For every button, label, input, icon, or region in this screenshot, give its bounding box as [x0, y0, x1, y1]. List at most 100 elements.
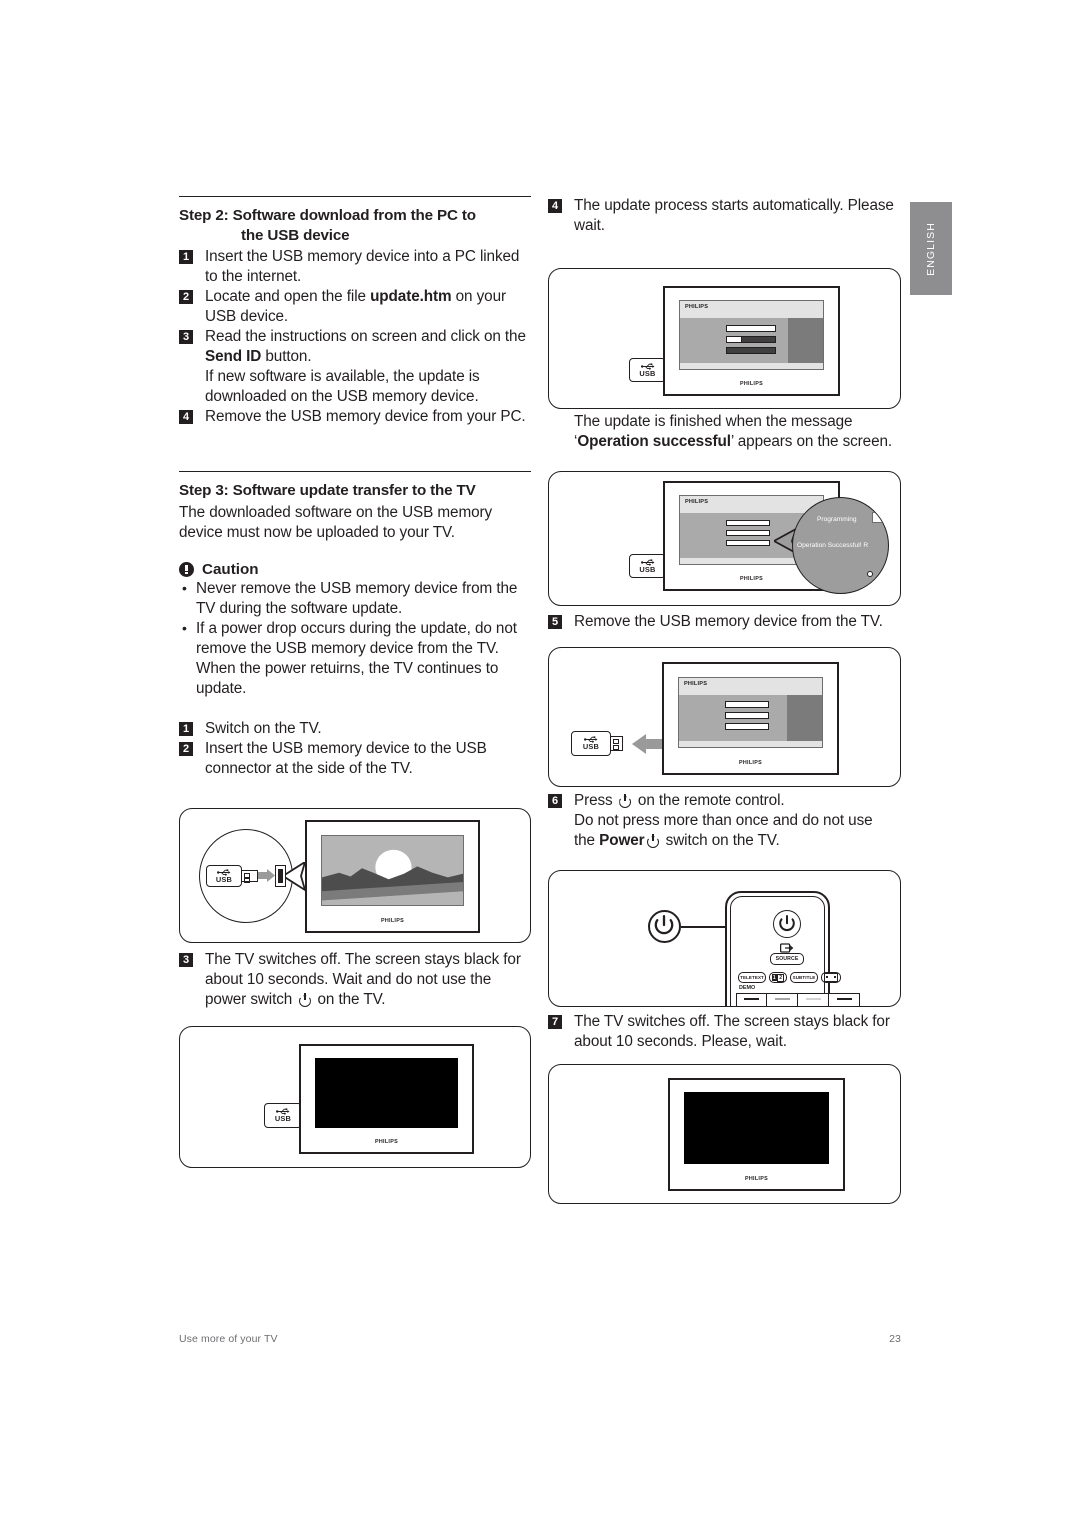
- list-item: Never remove the USB memory device from …: [179, 578, 531, 619]
- after-update-line1: The update is finished when the message: [574, 413, 853, 430]
- tv-unit: PHILIPS: [299, 1044, 474, 1154]
- format-icon: [824, 973, 838, 982]
- remote-format-button[interactable]: [821, 972, 841, 983]
- step6-block: 6 Press on the remote control. Do not pr…: [548, 791, 901, 851]
- usb-stick: USB: [629, 554, 666, 578]
- figure-updating: USB PHILIPS PHILIPS: [548, 268, 901, 409]
- usb-stick-label: USB: [215, 874, 233, 884]
- step-number: 1: [179, 250, 193, 265]
- step5-block: 5 Remove the USB memory device from the …: [548, 612, 901, 632]
- exclamation-icon: [179, 561, 194, 577]
- step-text-bold: update.htm: [370, 288, 452, 306]
- landscape-image: [322, 836, 463, 905]
- step2-list: 1 Insert the USB memory device into a PC…: [179, 247, 531, 427]
- tv-screen: PHILIPS: [679, 300, 824, 370]
- caution-label: Caution: [202, 560, 259, 578]
- step3-item3: 3 The TV switches off. The screen stays …: [179, 950, 531, 1010]
- step-number: 7: [548, 1015, 562, 1029]
- step-number: 2: [179, 290, 193, 305]
- step6-line3-after: switch on the TV.: [661, 832, 780, 849]
- osd-progress-fill: [727, 337, 742, 342]
- step2-divider: [179, 196, 531, 197]
- list-item: 2 Locate and open the file update.htm on…: [179, 287, 531, 327]
- usb-symbol-icon: [640, 362, 655, 370]
- step6-line3-before: the: [574, 832, 600, 849]
- tv-screen: [684, 1092, 829, 1164]
- bubble-highlight-box: [872, 512, 888, 523]
- step2-heading: Step 2: Software download from the PC to…: [179, 206, 531, 245]
- tv-usb-socket-inner: [277, 869, 283, 883]
- language-tab: ENGLISH: [910, 202, 952, 295]
- step2-heading-line2: the USB device: [241, 226, 350, 244]
- power-glyph-icon: [779, 915, 795, 932]
- tv-unit: PHILIPS: [305, 820, 480, 933]
- step-number: 2: [179, 741, 193, 756]
- step-number: 3: [179, 953, 193, 967]
- osd-brand: PHILIPS: [684, 681, 708, 687]
- step-text: The TV switches off. The screen stays bl…: [574, 1013, 890, 1050]
- remote-dual-screen-button[interactable]: 12: [769, 972, 787, 983]
- osd-brand: PHILIPS: [685, 499, 709, 505]
- magnified-message-bubble: Programming Operation Successful! R: [792, 497, 889, 594]
- footer-section-label: Use more of your TV: [179, 1333, 278, 1345]
- step6-line3: the Power switch on the TV.: [574, 831, 901, 851]
- figure-success: USB PHILIPS PHILIPS Programming Operatio…: [548, 471, 901, 606]
- step2-item3-continuation: If new software is available, the update…: [205, 368, 480, 406]
- list-item: 5 Remove the USB memory device from the …: [548, 612, 901, 632]
- list-item: 3 Read the instructions on screen and cl…: [179, 327, 531, 367]
- tv-brand-logo: PHILIPS: [738, 760, 763, 766]
- list-item: 1 Switch on the TV.: [179, 719, 531, 739]
- step-text-before: Read the instructions on screen and clic…: [205, 328, 526, 346]
- osd-bar-2: [725, 712, 769, 719]
- list-item: 4 The update process starts automaticall…: [548, 196, 901, 236]
- language-tab-label: ENGLISH: [925, 221, 937, 276]
- step4-block: 4 The update process starts automaticall…: [548, 196, 901, 236]
- usb-connector-slot-bottom: [244, 877, 250, 883]
- list-item: 4 Remove the USB memory device from your…: [179, 407, 531, 427]
- remote-subtitle-button[interactable]: SUBTITLE: [790, 972, 818, 983]
- usb-stick-label: USB: [639, 564, 656, 574]
- step3-heading: Step 3: Software update transfer to the …: [179, 482, 476, 500]
- bubble-line-programming: Programming: [817, 516, 857, 523]
- remote-teletext-button[interactable]: TELETEXT: [738, 972, 766, 983]
- step-number: 4: [179, 410, 193, 425]
- caution-heading: Caution: [179, 561, 531, 578]
- tv-unit: PHILIPS PHILIPS: [663, 286, 840, 396]
- colour-dash-red: [744, 998, 759, 1001]
- usb-stick-label: USB: [582, 742, 600, 751]
- colour-dash-yellow: [806, 998, 821, 1001]
- list-item: 7 The TV switches off. The screen stays …: [548, 1012, 901, 1052]
- step-text: Remove the USB memory device from the TV…: [574, 613, 883, 630]
- step6-text-mid: on the remote control.: [633, 792, 785, 809]
- step-text-before: Locate and open the file: [205, 288, 371, 306]
- page-footer: Use more of your TV 23: [179, 1333, 901, 1345]
- step3-divider: [179, 471, 531, 473]
- figure-usb-insert: USB PHILIPS: [179, 808, 531, 943]
- step3-intro: The downloaded software on the USB memor…: [179, 503, 493, 541]
- osd-bar-3: [725, 723, 769, 730]
- step-text: Insert the USB memory device to the USB …: [205, 739, 487, 777]
- power-icon: [619, 794, 632, 807]
- step-number: 1: [179, 721, 193, 736]
- step-number: 3: [179, 330, 193, 345]
- osd-bar-1: [726, 520, 770, 526]
- usb-connector-slot-bottom: [613, 744, 619, 750]
- osd-header: PHILIPS: [679, 678, 822, 695]
- tv-unit: PHILIPS: [668, 1078, 845, 1191]
- figure-remote-control: SOURCE TELETEXT 12 SUBTITLE DEMO: [548, 870, 901, 1007]
- remote-source-button[interactable]: SOURCE: [770, 953, 804, 965]
- tv-brand-logo: PHILIPS: [380, 918, 405, 924]
- source-icon: [780, 943, 794, 953]
- osd-bar-3: [726, 347, 776, 354]
- tv-screen: PHILIPS: [678, 677, 823, 748]
- power-glyph-large-icon: [654, 915, 674, 935]
- bubble-dot-icon: [867, 571, 873, 577]
- colour-dash-blue: [837, 998, 852, 1001]
- step-number: 5: [548, 615, 562, 629]
- usb-stick: USB: [264, 1103, 302, 1128]
- osd-bar-2: [726, 336, 776, 343]
- usb-stick-label: USB: [274, 1114, 292, 1123]
- list-item: If a power drop occurs during the update…: [179, 618, 531, 699]
- step-text: Insert the USB memory device into a PC l…: [205, 248, 520, 286]
- power-label-bold: Power: [599, 832, 645, 849]
